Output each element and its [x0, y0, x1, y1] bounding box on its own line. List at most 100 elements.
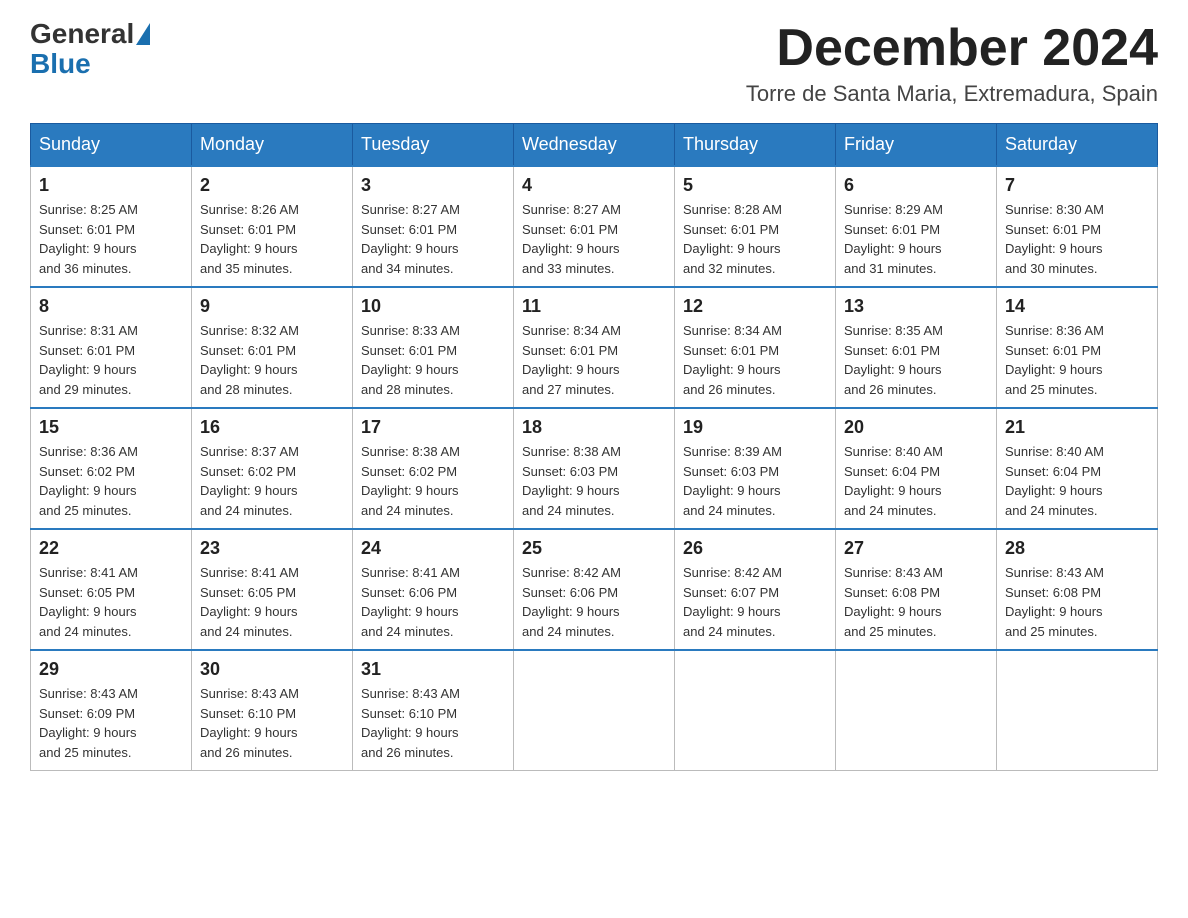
- calendar-cell: 10 Sunrise: 8:33 AMSunset: 6:01 PMDayligh…: [353, 287, 514, 408]
- col-tuesday: Tuesday: [353, 124, 514, 167]
- day-info: Sunrise: 8:27 AMSunset: 6:01 PMDaylight:…: [361, 200, 505, 278]
- page-header: General Blue December 2024 Torre de Sant…: [30, 20, 1158, 107]
- day-number: 28: [1005, 538, 1149, 559]
- calendar-cell: 13Sunrise: 8:35 AMSunset: 6:01 PMDayligh…: [836, 287, 997, 408]
- day-number: 2: [200, 175, 344, 196]
- logo-blue-text: Blue: [30, 48, 91, 80]
- calendar-cell: 7 Sunrise: 8:30 AMSunset: 6:01 PMDaylight…: [997, 166, 1158, 287]
- calendar-cell: 28 Sunrise: 8:43 AMSunset: 6:08 PMDayligh…: [997, 529, 1158, 650]
- calendar-cell: 23 Sunrise: 8:41 AMSunset: 6:05 PMDayligh…: [192, 529, 353, 650]
- calendar-cell: 24 Sunrise: 8:41 AMSunset: 6:06 PMDayligh…: [353, 529, 514, 650]
- day-number: 25: [522, 538, 666, 559]
- col-thursday: Thursday: [675, 124, 836, 167]
- day-info: Sunrise: 8:36 AMSunset: 6:01 PMDaylight:…: [1005, 321, 1149, 399]
- day-info: Sunrise: 8:34 AMSunset: 6:01 PMDaylight:…: [522, 321, 666, 399]
- day-info: Sunrise: 8:38 AMSunset: 6:03 PMDaylight:…: [522, 442, 666, 520]
- day-info: Sunrise: 8:32 AMSunset: 6:01 PMDaylight:…: [200, 321, 344, 399]
- calendar-cell: 18 Sunrise: 8:38 AMSunset: 6:03 PMDayligh…: [514, 408, 675, 529]
- day-info: Sunrise: 8:26 AMSunset: 6:01 PMDaylight:…: [200, 200, 344, 278]
- calendar-cell: 22 Sunrise: 8:41 AMSunset: 6:05 PMDayligh…: [31, 529, 192, 650]
- day-number: 11: [522, 296, 666, 317]
- day-info: Sunrise: 8:41 AMSunset: 6:05 PMDaylight:…: [200, 563, 344, 641]
- day-number: 7: [1005, 175, 1149, 196]
- day-number: 13: [844, 296, 988, 317]
- day-info: Sunrise: 8:43 AMSunset: 6:08 PMDaylight:…: [844, 563, 988, 641]
- logo-general-text: General: [30, 20, 134, 48]
- day-info: Sunrise: 8:41 AMSunset: 6:05 PMDaylight:…: [39, 563, 183, 641]
- day-info: Sunrise: 8:40 AMSunset: 6:04 PMDaylight:…: [1005, 442, 1149, 520]
- calendar-cell: 16Sunrise: 8:37 AMSunset: 6:02 PMDayligh…: [192, 408, 353, 529]
- calendar-week-row: 1Sunrise: 8:25 AMSunset: 6:01 PMDaylight…: [31, 166, 1158, 287]
- col-monday: Monday: [192, 124, 353, 167]
- location-subtitle: Torre de Santa Maria, Extremadura, Spain: [746, 81, 1158, 107]
- day-number: 22: [39, 538, 183, 559]
- calendar-cell: 8Sunrise: 8:31 AMSunset: 6:01 PMDaylight…: [31, 287, 192, 408]
- calendar-cell: 11 Sunrise: 8:34 AMSunset: 6:01 PMDayligh…: [514, 287, 675, 408]
- day-number: 4: [522, 175, 666, 196]
- calendar-cell: [675, 650, 836, 771]
- calendar-week-row: 22 Sunrise: 8:41 AMSunset: 6:05 PMDayligh…: [31, 529, 1158, 650]
- calendar-week-row: 15Sunrise: 8:36 AMSunset: 6:02 PMDayligh…: [31, 408, 1158, 529]
- calendar-cell: 2 Sunrise: 8:26 AMSunset: 6:01 PMDaylight…: [192, 166, 353, 287]
- calendar-cell: 15Sunrise: 8:36 AMSunset: 6:02 PMDayligh…: [31, 408, 192, 529]
- day-number: 30: [200, 659, 344, 680]
- calendar-cell: 27 Sunrise: 8:43 AMSunset: 6:08 PMDayligh…: [836, 529, 997, 650]
- day-info: Sunrise: 8:29 AMSunset: 6:01 PMDaylight:…: [844, 200, 988, 278]
- day-number: 23: [200, 538, 344, 559]
- day-number: 18: [522, 417, 666, 438]
- calendar-cell: 4 Sunrise: 8:27 AMSunset: 6:01 PMDaylight…: [514, 166, 675, 287]
- day-number: 29: [39, 659, 183, 680]
- col-sunday: Sunday: [31, 124, 192, 167]
- day-number: 3: [361, 175, 505, 196]
- day-info: Sunrise: 8:30 AMSunset: 6:01 PMDaylight:…: [1005, 200, 1149, 278]
- calendar-header-row: Sunday Monday Tuesday Wednesday Thursday…: [31, 124, 1158, 167]
- day-info: Sunrise: 8:27 AMSunset: 6:01 PMDaylight:…: [522, 200, 666, 278]
- day-info: Sunrise: 8:43 AMSunset: 6:08 PMDaylight:…: [1005, 563, 1149, 641]
- calendar-cell: [514, 650, 675, 771]
- day-number: 24: [361, 538, 505, 559]
- logo-triangle-icon: [136, 23, 150, 45]
- day-info: Sunrise: 8:25 AMSunset: 6:01 PMDaylight:…: [39, 200, 183, 278]
- day-number: 9: [200, 296, 344, 317]
- day-info: Sunrise: 8:42 AMSunset: 6:06 PMDaylight:…: [522, 563, 666, 641]
- day-info: Sunrise: 8:43 AMSunset: 6:09 PMDaylight:…: [39, 684, 183, 762]
- day-info: Sunrise: 8:42 AMSunset: 6:07 PMDaylight:…: [683, 563, 827, 641]
- calendar-cell: [836, 650, 997, 771]
- day-number: 14: [1005, 296, 1149, 317]
- calendar-cell: [997, 650, 1158, 771]
- day-info: Sunrise: 8:31 AMSunset: 6:01 PMDaylight:…: [39, 321, 183, 399]
- title-section: December 2024 Torre de Santa Maria, Extr…: [746, 20, 1158, 107]
- calendar-cell: 26Sunrise: 8:42 AMSunset: 6:07 PMDayligh…: [675, 529, 836, 650]
- col-wednesday: Wednesday: [514, 124, 675, 167]
- day-number: 17: [361, 417, 505, 438]
- day-info: Sunrise: 8:43 AMSunset: 6:10 PMDaylight:…: [361, 684, 505, 762]
- calendar-cell: 31 Sunrise: 8:43 AMSunset: 6:10 PMDayligh…: [353, 650, 514, 771]
- day-info: Sunrise: 8:36 AMSunset: 6:02 PMDaylight:…: [39, 442, 183, 520]
- day-number: 10: [361, 296, 505, 317]
- calendar-table: Sunday Monday Tuesday Wednesday Thursday…: [30, 123, 1158, 771]
- day-info: Sunrise: 8:34 AMSunset: 6:01 PMDaylight:…: [683, 321, 827, 399]
- logo: General Blue: [30, 20, 152, 80]
- day-info: Sunrise: 8:39 AMSunset: 6:03 PMDaylight:…: [683, 442, 827, 520]
- day-number: 27: [844, 538, 988, 559]
- day-info: Sunrise: 8:38 AMSunset: 6:02 PMDaylight:…: [361, 442, 505, 520]
- day-number: 20: [844, 417, 988, 438]
- calendar-body: 1Sunrise: 8:25 AMSunset: 6:01 PMDaylight…: [31, 166, 1158, 771]
- calendar-cell: 3 Sunrise: 8:27 AMSunset: 6:01 PMDaylight…: [353, 166, 514, 287]
- col-saturday: Saturday: [997, 124, 1158, 167]
- day-info: Sunrise: 8:28 AMSunset: 6:01 PMDaylight:…: [683, 200, 827, 278]
- day-info: Sunrise: 8:41 AMSunset: 6:06 PMDaylight:…: [361, 563, 505, 641]
- day-number: 5: [683, 175, 827, 196]
- calendar-cell: 1Sunrise: 8:25 AMSunset: 6:01 PMDaylight…: [31, 166, 192, 287]
- col-friday: Friday: [836, 124, 997, 167]
- day-info: Sunrise: 8:33 AMSunset: 6:01 PMDaylight:…: [361, 321, 505, 399]
- calendar-cell: 21 Sunrise: 8:40 AMSunset: 6:04 PMDayligh…: [997, 408, 1158, 529]
- day-number: 6: [844, 175, 988, 196]
- day-info: Sunrise: 8:43 AMSunset: 6:10 PMDaylight:…: [200, 684, 344, 762]
- day-number: 31: [361, 659, 505, 680]
- day-info: Sunrise: 8:40 AMSunset: 6:04 PMDaylight:…: [844, 442, 988, 520]
- calendar-cell: 25 Sunrise: 8:42 AMSunset: 6:06 PMDayligh…: [514, 529, 675, 650]
- day-number: 19: [683, 417, 827, 438]
- day-number: 21: [1005, 417, 1149, 438]
- day-info: Sunrise: 8:37 AMSunset: 6:02 PMDaylight:…: [200, 442, 344, 520]
